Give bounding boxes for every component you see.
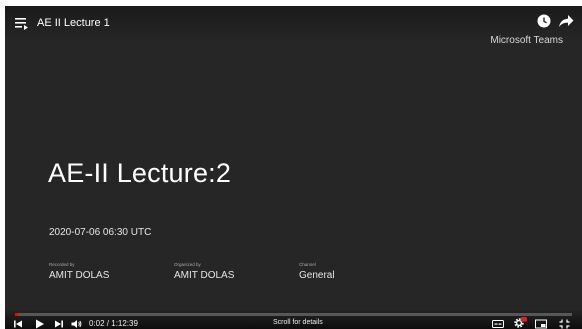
slide-title: AE-II Lecture:2 [48, 158, 232, 188]
progress-bar[interactable] [15, 313, 572, 316]
skip-next-icon [55, 320, 63, 328]
miniplayer-button[interactable] [535, 319, 547, 329]
brand-label: Microsoft Teams [490, 35, 563, 46]
skip-previous-icon [14, 320, 22, 328]
organized-by-label: Organized by [174, 262, 201, 267]
recorded-by-value: AMIT DOLAS [49, 270, 110, 281]
settings-button[interactable] [513, 317, 527, 329]
video-title[interactable]: AE II Lecture 1 [37, 17, 110, 30]
recorded-by: Recorded by AMIT DOLAS [49, 262, 109, 283]
volume-icon [71, 320, 82, 328]
play-icon [36, 319, 44, 329]
scroll-hint[interactable]: Scroll for details [273, 318, 323, 327]
playlist-icon[interactable] [15, 17, 31, 31]
video-player[interactable]: AE II Lecture 1 Microsoft Teams AE-II Le… [5, 6, 582, 329]
next-button[interactable] [54, 319, 64, 329]
volume-button[interactable] [71, 319, 83, 329]
gear-icon [514, 317, 527, 328]
progress-fill [15, 313, 18, 316]
recorded-by-label: Recorded by [49, 262, 75, 267]
clock-icon[interactable] [537, 14, 551, 28]
previous-button[interactable] [13, 319, 23, 329]
slide-date: 2020-07-06 06:30 UTC [49, 227, 152, 238]
play-button[interactable] [34, 319, 45, 329]
share-icon[interactable] [558, 14, 574, 28]
channel: Channel General [299, 262, 335, 283]
time-display: 0:02 / 1:12:39 [89, 319, 138, 328]
subtitles-icon [492, 320, 504, 328]
channel-label: Channel [299, 262, 316, 267]
exit-fullscreen-icon [559, 319, 570, 329]
subtitles-button[interactable] [492, 319, 504, 329]
channel-value: General [299, 270, 335, 281]
exit-fullscreen-button[interactable] [559, 319, 570, 329]
organized-by: Organized by AMIT DOLAS [174, 262, 234, 283]
organized-by-value: AMIT DOLAS [174, 270, 235, 281]
miniplayer-icon [535, 319, 547, 329]
